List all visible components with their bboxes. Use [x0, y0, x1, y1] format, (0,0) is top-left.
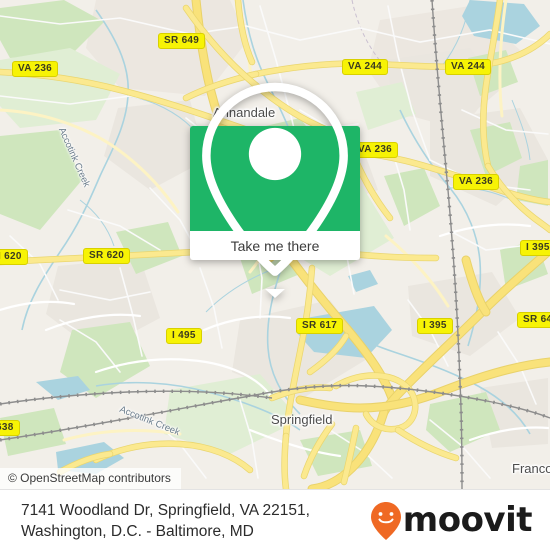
- road-shield: I 395: [417, 318, 453, 334]
- map-pin-icon: [202, 82, 348, 276]
- address-line-2: Washington, D.C. - Baltimore, MD: [21, 522, 254, 540]
- address-line-1: 7141 Woodland Dr, Springfield, VA 22151,: [21, 501, 310, 519]
- road-shield: VA 244: [445, 59, 492, 75]
- road-shield: I 620: [0, 249, 28, 265]
- map-screen: .land{fill:#f2efe9} .park{fill:#cfe6bd} …: [0, 0, 550, 550]
- road-shield: 638: [0, 420, 20, 436]
- map-canvas[interactable]: .land{fill:#f2efe9} .park{fill:#cfe6bd} …: [0, 0, 550, 489]
- take-me-there-label: Take me there: [230, 237, 320, 254]
- moovit-pin-icon: [370, 501, 401, 540]
- moovit-wordmark: moovit: [402, 499, 533, 540]
- road-shield: I 395: [520, 240, 550, 256]
- bottom-info-bar: 7141 Woodland Dr, Springfield, VA 22151,…: [0, 489, 550, 550]
- popup-pointer: [265, 289, 285, 298]
- popup-icon-area: [190, 82, 360, 276]
- map-attribution[interactable]: © OpenStreetMap contributors: [0, 468, 181, 489]
- road-shield: VA 236: [453, 174, 500, 190]
- destination-popup[interactable]: Take me there: [190, 82, 360, 298]
- road-shield: SR 646: [517, 312, 550, 328]
- place-label-franconia: Franco: [512, 461, 550, 476]
- moovit-logo[interactable]: moovit: [370, 501, 550, 541]
- address-block: 7141 Woodland Dr, Springfield, VA 22151,…: [0, 500, 370, 542]
- road-shield: SR 620: [83, 248, 131, 264]
- road-shield: VA 236: [12, 61, 59, 77]
